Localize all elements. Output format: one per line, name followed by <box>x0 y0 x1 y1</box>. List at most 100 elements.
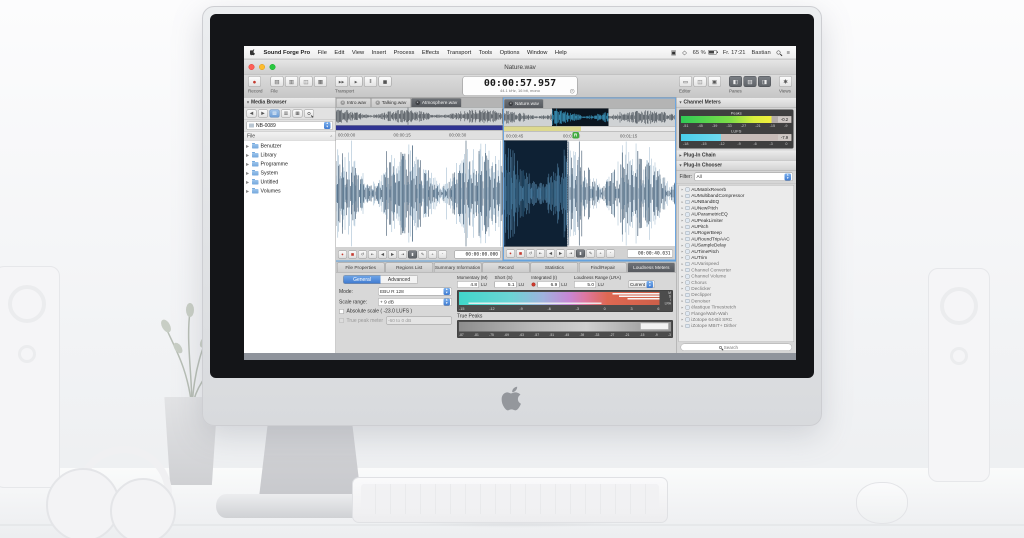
file-tree-item[interactable]: ▶ Benutzer <box>244 142 336 151</box>
collapse-icon[interactable]: ▸ <box>680 153 682 158</box>
menu-item[interactable]: Tools <box>479 49 492 55</box>
pane-toggle-button[interactable]: ▥ <box>744 76 757 87</box>
channel-meters-header[interactable]: ▾ Channel Meters <box>677 98 797 108</box>
disclosure-triangle-icon[interactable]: ▶ <box>246 162 250 167</box>
integrated-record-icon[interactable] <box>531 283 535 287</box>
file-tool-button[interactable]: ▦ <box>314 76 327 87</box>
editor-layout-button[interactable]: ▭ <box>679 76 692 87</box>
pane-goend-button[interactable]: ⇥ <box>398 250 407 258</box>
waveform-editor[interactable] <box>336 140 503 248</box>
pane-record-button[interactable]: ● <box>506 249 515 257</box>
tab-record[interactable]: Record <box>482 263 529 273</box>
magnify-tool-button[interactable]: ˆ <box>606 249 615 257</box>
time-ruler[interactable]: 00:00:4500:01:0000:01:15 <box>504 132 675 141</box>
menu-item[interactable]: Window <box>527 49 547 55</box>
file-tree-item[interactable]: ▶ Volumes <box>244 187 336 196</box>
pane-stop-button[interactable]: ◼ <box>516 249 525 257</box>
waveform-overview[interactable] <box>336 108 503 126</box>
edit-tool-button[interactable]: ▮ <box>408 250 417 258</box>
file-tree-item[interactable]: ▶ Untitled <box>244 178 336 187</box>
plugin-search-input[interactable] <box>724 345 754 350</box>
file-tool-button[interactable]: ◫ <box>300 76 313 87</box>
record-marker[interactable]: R <box>572 132 579 139</box>
view-mode-button[interactable]: ▥ <box>281 109 291 117</box>
transport-tool-button[interactable]: ◼ <box>379 76 392 87</box>
notification-center-icon[interactable]: ≡ <box>787 49 790 55</box>
waveform-unselected[interactable] <box>567 141 675 247</box>
battery-indicator[interactable]: 65 % <box>693 49 717 55</box>
nav-back-button[interactable]: ◀ <box>247 109 257 117</box>
spotlight-search-icon[interactable] <box>777 50 781 54</box>
tab-nature-wav[interactable]: × Nature.wav <box>504 99 544 108</box>
time-display[interactable]: 00:00:57.957 44.1 kHz, 16 bit, mono × <box>463 76 578 96</box>
file-tree-item[interactable]: ▶ Programme <box>244 160 336 169</box>
waveform-selection[interactable] <box>504 141 567 247</box>
overview-selection[interactable] <box>552 109 608 127</box>
timemachine-status-icon[interactable]: ◇ <box>682 49 686 56</box>
pane-loop-button[interactable]: ↺ <box>358 250 367 258</box>
tab-loudness-meters[interactable]: Loudness Meters <box>628 263 675 273</box>
plugin-search-field[interactable] <box>681 344 793 352</box>
tab-summary-information[interactable]: Summary Information <box>434 263 481 273</box>
transport-tool-button[interactable]: ▸▸ <box>335 76 348 87</box>
file-column-header[interactable]: File ˄ <box>244 132 336 141</box>
pane-gostart-button[interactable]: ⇤ <box>368 250 377 258</box>
scale-range-dropdown[interactable]: + 9 dB▲▼ <box>378 298 452 306</box>
close-tab-icon[interactable]: × <box>509 102 514 107</box>
plugin-chain-header[interactable]: ▸ Plug-In Chain <box>677 151 797 161</box>
zoom-tool-button[interactable]: + <box>596 249 605 257</box>
pencil-tool-button[interactable]: ✎ <box>418 250 427 258</box>
close-tab-icon[interactable]: × <box>375 101 380 106</box>
transport-tool-button[interactable]: ▸ <box>350 76 363 87</box>
range-mode-dropdown[interactable]: Current ▲▼ <box>628 281 655 289</box>
absolute-scale-checkbox[interactable] <box>339 309 344 314</box>
edit-tool-button[interactable]: ▮ <box>576 249 585 257</box>
collapse-icon[interactable]: ▾ <box>680 100 682 105</box>
file-tree-item[interactable]: ▶ System <box>244 169 336 178</box>
window-titlebar[interactable]: Nature.wav <box>244 60 796 75</box>
tab-file-properties[interactable]: File Properties <box>337 263 384 273</box>
display-status-icon[interactable]: ▣ <box>671 49 676 56</box>
disclosure-triangle-icon[interactable]: ▶ <box>246 153 250 158</box>
time-display-settings-icon[interactable]: × <box>570 89 575 94</box>
true-peak-checkbox[interactable] <box>339 318 344 323</box>
tab-talking-wav[interactable]: × Talking.wav <box>371 98 411 107</box>
editor-layout-button[interactable]: ◫ <box>694 76 707 87</box>
zoom-tool-button[interactable]: + <box>428 250 437 258</box>
waveform-editor[interactable] <box>504 141 675 247</box>
pane-gostart-button[interactable]: ⇤ <box>536 249 545 257</box>
tab-intro-wav[interactable]: × Intro.wav <box>336 98 371 107</box>
menu-item[interactable]: File <box>318 49 327 55</box>
general-button[interactable]: General <box>344 276 381 284</box>
plugin-chooser-header[interactable]: ▾ Plug-In Chooser <box>677 161 797 171</box>
disclosure-triangle-icon[interactable]: ▶ <box>246 180 250 185</box>
disclosure-triangle-icon[interactable]: ▶ <box>246 171 250 176</box>
media-browser-header[interactable]: ▾ Media Browser <box>244 98 336 108</box>
menu-item[interactable]: Help <box>555 49 567 55</box>
apple-menu-icon[interactable] <box>250 49 256 56</box>
true-peak-dropdown[interactable]: -60 to 0 dB <box>386 317 452 325</box>
advanced-button[interactable]: Advanced <box>381 276 418 284</box>
menu-item[interactable]: Edit <box>334 49 344 55</box>
pane-goend-button[interactable]: ⇥ <box>566 249 575 257</box>
pane-play-button[interactable]: ▶ <box>556 249 565 257</box>
tab-find-repair[interactable]: Find/Repair <box>579 263 626 273</box>
menu-item[interactable]: Sound Forge Pro <box>264 49 311 55</box>
menu-item[interactable]: View <box>352 49 364 55</box>
transport-tool-button[interactable]: ‖ <box>364 76 377 87</box>
device-dropdown[interactable]: NB-0089 ▲▼ <box>247 121 334 130</box>
tab-atmosphere-wav[interactable]: × Atmosphere.wav <box>411 98 462 107</box>
pane-toggle-button[interactable]: ◨ <box>758 76 771 87</box>
view-mode-button[interactable]: ▦ <box>293 109 303 117</box>
pane-stop-button[interactable]: ◼ <box>348 250 357 258</box>
pane-record-button[interactable]: ● <box>338 250 347 258</box>
magnify-tool-button[interactable]: ˆ <box>438 250 447 258</box>
view-mode-button[interactable]: ▤ <box>270 109 280 117</box>
file-tool-button[interactable]: ▥ <box>285 76 298 87</box>
file-tree-item[interactable]: ▶ Library <box>244 151 336 160</box>
pane-rewind-button[interactable]: ◀ <box>378 250 387 258</box>
browser-search-button[interactable] <box>304 109 314 117</box>
collapse-icon[interactable]: ▾ <box>680 163 682 168</box>
pencil-tool-button[interactable]: ✎ <box>586 249 595 257</box>
disclosure-triangle-icon[interactable]: ▶ <box>246 189 250 194</box>
